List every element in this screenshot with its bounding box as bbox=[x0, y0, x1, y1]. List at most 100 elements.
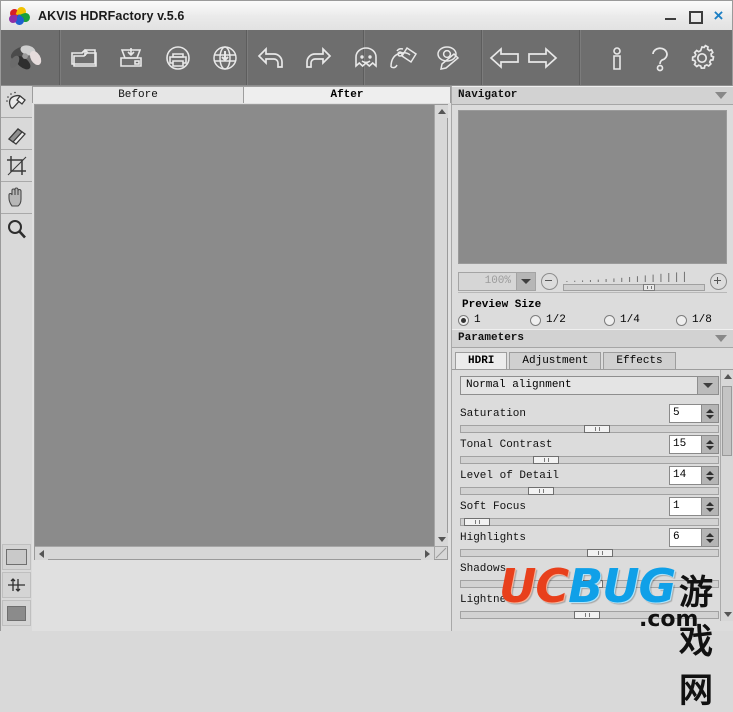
eraser-tool[interactable] bbox=[1, 118, 32, 149]
stepper-arrows[interactable] bbox=[701, 467, 718, 484]
radio-icon bbox=[458, 315, 469, 326]
tab-before[interactable]: Before bbox=[32, 86, 244, 103]
tab-adjustment[interactable]: Adjustment bbox=[509, 352, 601, 369]
level-of-detail-stepper[interactable]: 14 bbox=[669, 466, 719, 485]
radio-icon bbox=[676, 315, 687, 326]
preview-size-option-1-2[interactable]: 1/2 bbox=[530, 314, 604, 326]
chevron-down-icon[interactable] bbox=[715, 335, 727, 342]
scrollbar-thumb[interactable] bbox=[722, 386, 732, 456]
swap-colors-swatch[interactable] bbox=[2, 572, 31, 598]
zoom-out-button[interactable] bbox=[541, 273, 558, 290]
param-value: 1 bbox=[670, 498, 701, 515]
param-shadows: Shadows bbox=[460, 558, 719, 588]
zoom-controls: 100% bbox=[458, 270, 727, 292]
forward-arrow-icon[interactable] bbox=[522, 38, 562, 78]
save-image-icon[interactable] bbox=[111, 38, 151, 78]
hand-tool[interactable] bbox=[1, 182, 32, 213]
param-label: Tonal Contrast bbox=[460, 439, 669, 451]
background-color-swatch[interactable] bbox=[2, 544, 31, 570]
zoom-in-button[interactable] bbox=[710, 273, 727, 290]
stepper-arrows[interactable] bbox=[701, 529, 718, 546]
stepper-arrows[interactable] bbox=[701, 436, 718, 453]
tonal-contrast-slider[interactable] bbox=[460, 456, 719, 464]
lightness-slider[interactable] bbox=[460, 611, 719, 619]
highlights-slider[interactable] bbox=[460, 549, 719, 557]
app-logo-icon bbox=[9, 6, 31, 26]
chevron-down-icon[interactable] bbox=[697, 377, 718, 394]
ghost-icon[interactable] bbox=[346, 38, 386, 78]
chevron-down-icon[interactable] bbox=[516, 273, 535, 290]
settings-gear-icon[interactable] bbox=[682, 38, 722, 78]
preview-size-options: 1 1/2 1/4 1/8 bbox=[458, 314, 727, 326]
redo-icon[interactable] bbox=[298, 38, 338, 78]
chameleon-icon[interactable] bbox=[383, 38, 423, 78]
parameters-header[interactable]: Parameters bbox=[452, 329, 733, 348]
navigator-header[interactable]: Navigator bbox=[452, 86, 733, 105]
foreground-color-swatch[interactable] bbox=[2, 600, 31, 626]
zoom-level-select[interactable]: 100% bbox=[458, 272, 536, 291]
crop-tool[interactable] bbox=[1, 150, 32, 181]
zoom-slider[interactable] bbox=[563, 271, 705, 291]
preview-size-section: Preview Size 1 1/2 1/4 1/8 bbox=[458, 292, 727, 329]
minimize-button[interactable] bbox=[663, 8, 678, 23]
param-value: 6 bbox=[670, 529, 701, 546]
stepper-arrows[interactable] bbox=[701, 498, 718, 515]
alignment-select[interactable]: Normal alignment bbox=[460, 376, 719, 395]
canvas-vertical-scrollbar[interactable] bbox=[434, 105, 447, 546]
saturation-stepper[interactable]: 5 bbox=[669, 404, 719, 423]
shadows-slider[interactable] bbox=[460, 580, 719, 588]
open-image-icon[interactable] bbox=[64, 38, 104, 78]
image-tabs: Before After bbox=[32, 86, 451, 104]
saturation-slider[interactable] bbox=[460, 425, 719, 433]
history-brush-tool[interactable] bbox=[1, 86, 32, 117]
navigator-preview[interactable] bbox=[458, 110, 727, 264]
image-workspace: Before After bbox=[32, 86, 451, 631]
chevron-down-icon[interactable] bbox=[715, 92, 727, 99]
image-canvas[interactable] bbox=[35, 105, 434, 546]
tab-effects[interactable]: Effects bbox=[603, 352, 675, 369]
tab-after[interactable]: After bbox=[244, 86, 451, 103]
scroll-down-button[interactable] bbox=[435, 533, 448, 546]
info-icon[interactable] bbox=[597, 38, 637, 78]
back-arrow-icon[interactable] bbox=[485, 38, 525, 78]
scroll-right-button[interactable] bbox=[421, 547, 434, 560]
tab-hdri[interactable]: HDRI bbox=[455, 352, 507, 369]
print-image-icon[interactable] bbox=[158, 38, 198, 78]
main-toolbar bbox=[1, 30, 732, 86]
canvas-horizontal-scrollbar[interactable] bbox=[35, 546, 434, 559]
parameters-body: Normal alignment Saturation 5 Tonal Cont… bbox=[452, 369, 733, 621]
preview-size-option-1[interactable]: 1 bbox=[458, 314, 530, 326]
scroll-down-button[interactable] bbox=[721, 608, 733, 621]
param-value: 14 bbox=[670, 467, 701, 484]
param-label: Shadows bbox=[460, 563, 669, 575]
preview-size-option-1-8[interactable]: 1/8 bbox=[676, 314, 712, 326]
logo-flower-icon bbox=[7, 38, 47, 78]
radio-icon bbox=[604, 315, 615, 326]
parameters-scrollbar[interactable] bbox=[720, 370, 733, 621]
preview-edit-icon[interactable] bbox=[429, 38, 469, 78]
soft-focus-stepper[interactable]: 1 bbox=[669, 497, 719, 516]
window-title: AKVIS HDRFactory v.5.6 bbox=[38, 9, 184, 23]
level-of-detail-slider[interactable] bbox=[460, 487, 719, 495]
zoom-tool[interactable] bbox=[1, 214, 32, 245]
soft-focus-slider[interactable] bbox=[460, 518, 719, 526]
param-saturation: Saturation 5 bbox=[460, 403, 719, 433]
scroll-up-button[interactable] bbox=[435, 105, 448, 118]
publish-web-icon[interactable] bbox=[205, 38, 245, 78]
radio-icon bbox=[530, 315, 541, 326]
tonal-contrast-stepper[interactable]: 15 bbox=[669, 435, 719, 454]
param-label: Lightness bbox=[460, 594, 669, 606]
close-button[interactable]: × bbox=[711, 8, 726, 23]
highlights-stepper[interactable]: 6 bbox=[669, 528, 719, 547]
help-icon[interactable] bbox=[640, 38, 680, 78]
zoom-level-value: 100% bbox=[459, 273, 516, 290]
scroll-left-button[interactable] bbox=[35, 547, 48, 560]
stepper-arrows[interactable] bbox=[701, 405, 718, 422]
scroll-up-button[interactable] bbox=[721, 370, 733, 383]
undo-icon[interactable] bbox=[251, 38, 291, 78]
application-window: AKVIS HDRFactory v.5.6 × bbox=[0, 0, 733, 631]
preview-size-option-1-4[interactable]: 1/4 bbox=[604, 314, 676, 326]
param-soft-focus: Soft Focus 1 bbox=[460, 496, 719, 526]
maximize-button[interactable] bbox=[687, 8, 702, 23]
resize-grip[interactable] bbox=[434, 546, 447, 559]
